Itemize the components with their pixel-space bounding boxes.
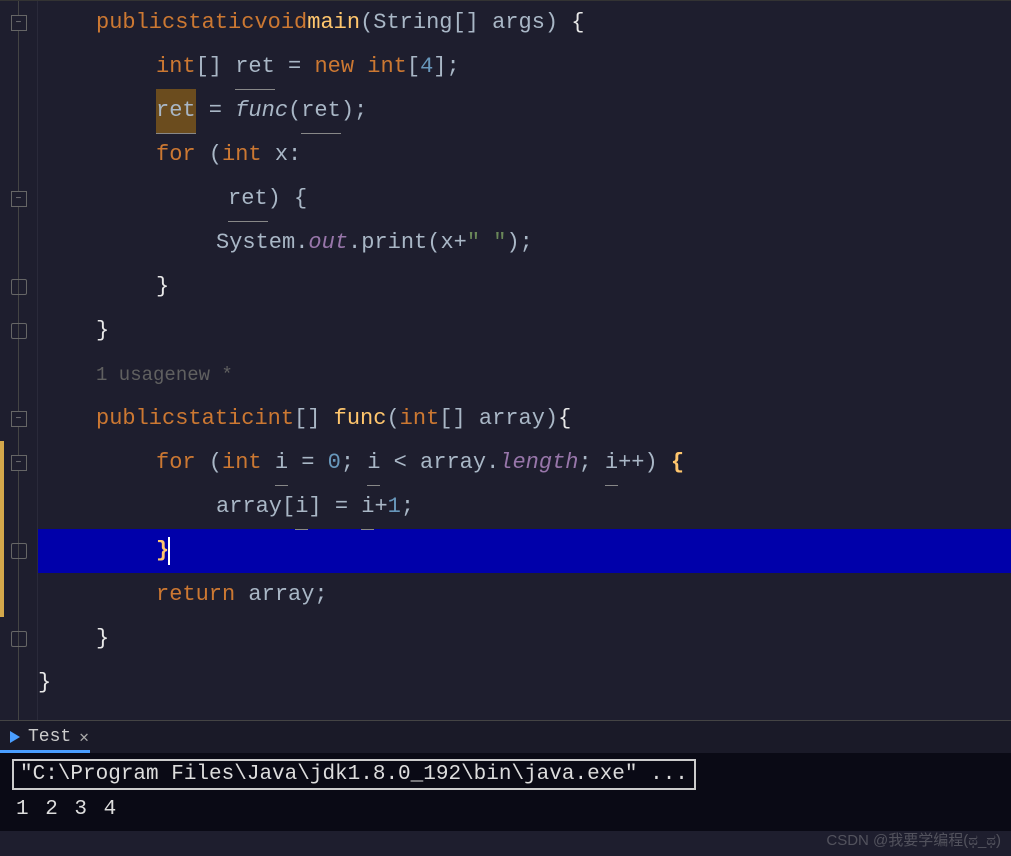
fold-icon[interactable]: − [11, 411, 27, 427]
code-line[interactable]: int[] ret = new int[4]; [38, 45, 1011, 89]
code-line[interactable]: return array; [38, 573, 1011, 617]
terminal-panel: Test ✕ "C:\Program Files\Java\jdk1.8.0_1… [0, 720, 1011, 831]
tab-active-indicator [0, 750, 90, 753]
editor-gutter: − − − − [0, 1, 38, 720]
fold-icon[interactable]: − [11, 191, 27, 207]
code-line-active[interactable]: } [38, 529, 1011, 573]
code-content[interactable]: public static void main(String[] args) {… [38, 1, 1011, 720]
code-line[interactable]: public static int[] func(int[] array){ [38, 397, 1011, 441]
breakpoint-icon[interactable] [11, 323, 27, 339]
code-hint[interactable]: 1 usage new * [38, 353, 1011, 397]
code-line[interactable]: public static void main(String[] args) { [38, 1, 1011, 45]
run-icon [10, 731, 20, 743]
program-output: 1 2 3 4 [12, 790, 999, 825]
code-editor[interactable]: − − − − public static void main(String[]… [0, 0, 1011, 720]
code-line[interactable]: ret = func(ret); [38, 89, 1011, 133]
close-icon[interactable]: ✕ [79, 727, 89, 747]
watermark: CSDN @我要学编程(ಥ_ಥ) [826, 829, 1001, 850]
code-line[interactable]: array[i] = i+1; [38, 485, 1011, 529]
command-line: "C:\Program Files\Java\jdk1.8.0_192\bin\… [12, 759, 696, 790]
code-line[interactable]: } [38, 265, 1011, 309]
code-line[interactable]: } [38, 309, 1011, 353]
code-line[interactable]: } [38, 661, 1011, 705]
fold-icon[interactable]: − [11, 15, 27, 31]
code-line[interactable]: ret) { [38, 177, 1011, 221]
breakpoint-icon[interactable] [11, 543, 27, 559]
terminal-tabs: Test ✕ [0, 721, 1011, 753]
breakpoint-icon[interactable] [11, 631, 27, 647]
fold-icon[interactable]: − [11, 455, 27, 471]
breakpoint-icon[interactable] [11, 279, 27, 295]
cursor-icon [168, 537, 170, 565]
tab-label: Test [28, 727, 71, 747]
code-line[interactable]: System.out.print(x+" "); [38, 221, 1011, 265]
terminal-output[interactable]: "C:\Program Files\Java\jdk1.8.0_192\bin\… [0, 753, 1011, 831]
code-line[interactable]: for (int i = 0; i < array.length; i++) { [38, 441, 1011, 485]
terminal-tab-test[interactable]: Test ✕ [0, 721, 99, 753]
code-line[interactable]: } [38, 617, 1011, 661]
code-line[interactable]: for (int x: [38, 133, 1011, 177]
